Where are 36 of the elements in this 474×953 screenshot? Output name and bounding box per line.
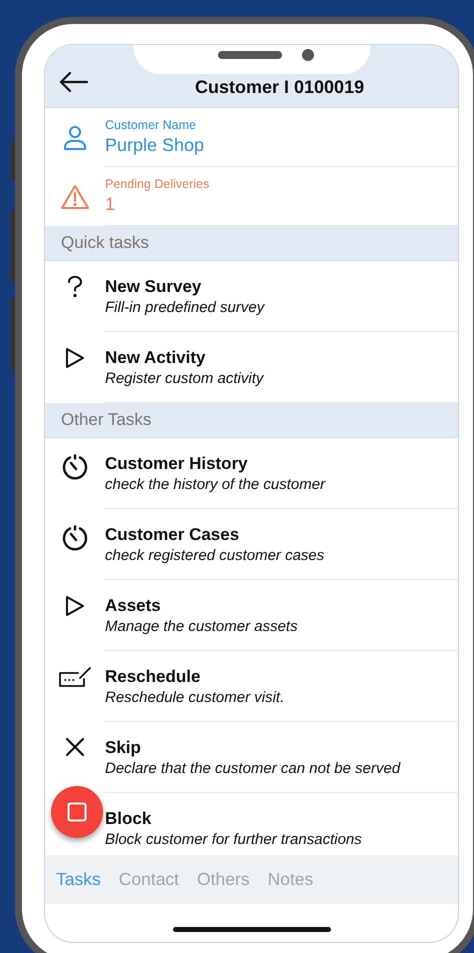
section-header: Other Tasks [45, 403, 458, 438]
timer-icon [61, 524, 89, 552]
screen-title: Customer I 0100019 [195, 76, 364, 98]
square-icon [67, 802, 87, 822]
task-description: Register custom activity [105, 369, 265, 389]
keyboard-pen-icon [58, 666, 92, 688]
field-value: 1 [105, 193, 116, 216]
field-label: Customer Name [105, 118, 197, 133]
timer-icon [61, 453, 89, 481]
camera-dot [302, 49, 314, 61]
field-label: Pending Deliveries [105, 177, 210, 192]
section-header: Quick tasks [45, 226, 458, 261]
task-description: check the history of the customer [105, 475, 326, 495]
task-title: Skip [105, 737, 142, 759]
task-description: Manage the customer assets [105, 617, 299, 637]
task-description: Reschedule customer visit. [105, 688, 286, 708]
warning-icon [60, 184, 90, 210]
close-icon [65, 737, 85, 757]
task-title: New Activity [105, 347, 206, 369]
task-description: Declare that the customer can not be served [105, 759, 402, 779]
task-description: check registered customer cases [105, 546, 326, 566]
question-mark-icon [67, 276, 83, 298]
task-description: Fill-in predefined survey [105, 298, 266, 318]
speaker-grille [218, 51, 282, 59]
task-title: Assets [105, 595, 162, 617]
field-value: Purple Shop [105, 134, 206, 157]
play-triangle-icon [65, 347, 85, 369]
person-icon [63, 125, 87, 151]
task-title: Block [105, 808, 152, 830]
back-button[interactable] [59, 71, 89, 93]
task-description: Block customer for further transactions [105, 830, 363, 850]
task-title: Reschedule [105, 666, 202, 688]
task-title: Customer Cases [105, 524, 240, 546]
task-title: Customer History [105, 453, 249, 475]
task-title: New Survey [105, 276, 202, 298]
play-triangle-icon [65, 595, 85, 617]
